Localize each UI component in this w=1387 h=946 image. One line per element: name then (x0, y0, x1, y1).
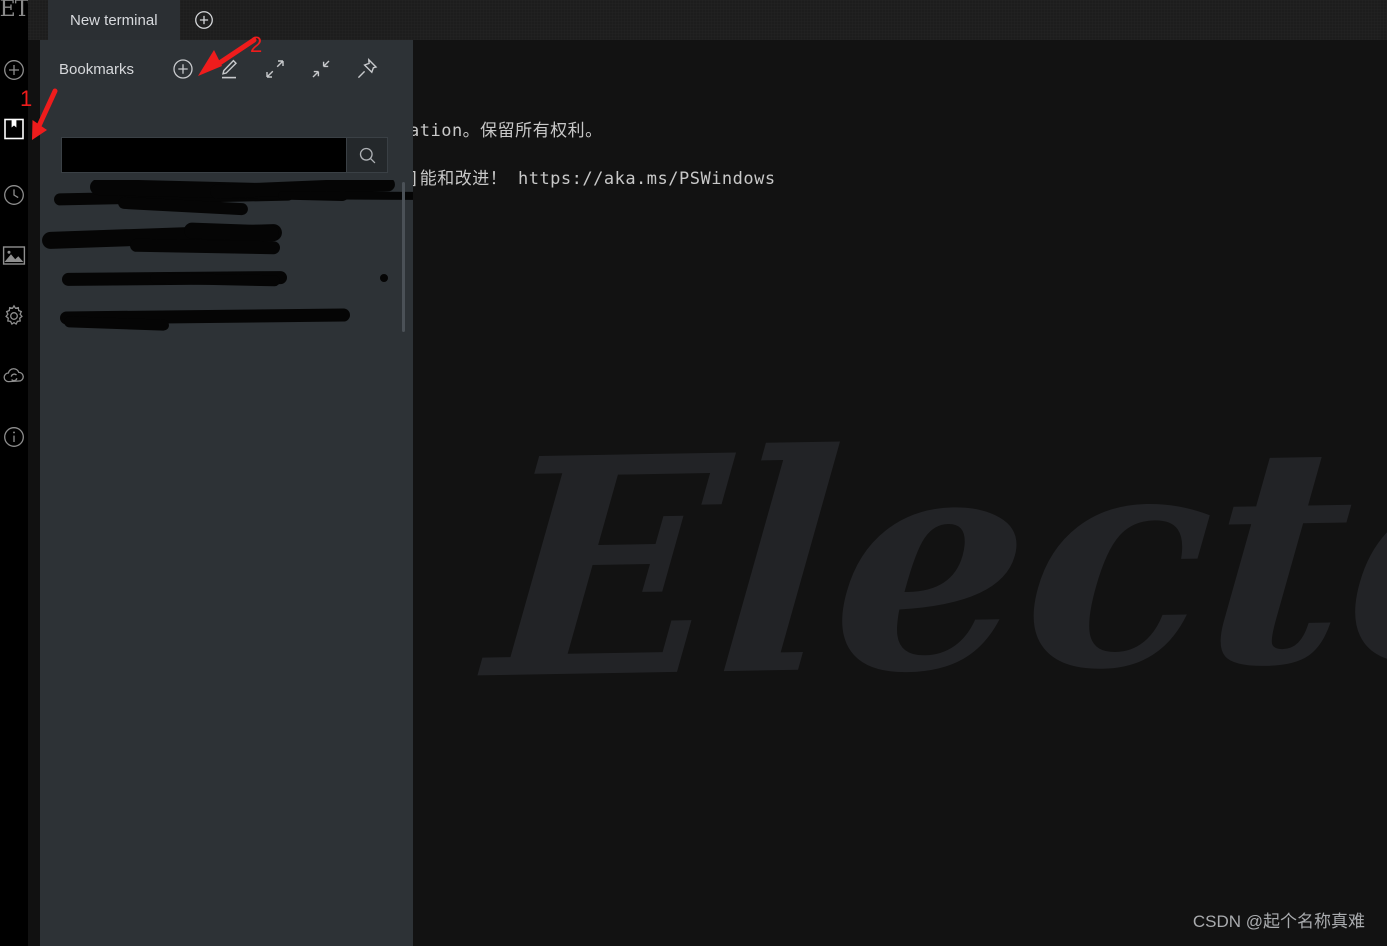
bookmark-book-icon (4, 118, 24, 140)
clock-icon (4, 185, 24, 205)
terminal-tab-label: New terminal (70, 11, 158, 29)
plus-circle-icon (173, 59, 193, 79)
terminal-line: ation。保留所有权利。 (413, 121, 603, 141)
tab-strip: New terminal (48, 0, 228, 40)
expand-arrows-icon (266, 60, 284, 78)
bookmarks-panel: Bookmarks (40, 40, 413, 946)
search-input[interactable] (61, 137, 346, 173)
sidebar-item-history[interactable] (0, 181, 28, 209)
csdn-watermark: CSDN @起个名称真难 (1192, 912, 1365, 931)
collapse-arrows-icon (312, 60, 330, 78)
app-watermark-text: Electerm (478, 366, 1387, 747)
terminal-pane[interactable]: Electerm ation。保留所有权利。 ]能和改进！ https://ak… (413, 40, 1387, 946)
annotation-number-1: 1 (20, 86, 33, 111)
sidebar-item-sync[interactable] (0, 362, 28, 390)
edit-bookmark-button[interactable] (206, 49, 252, 89)
image-icon (2, 245, 26, 265)
sidebar-item-wallpaper[interactable] (0, 241, 28, 269)
redaction-mark (183, 222, 280, 242)
redaction-mark (380, 274, 388, 282)
left-rail: ET (0, 0, 28, 946)
bookmark-list (40, 180, 413, 350)
add-tab-button[interactable] (180, 0, 228, 40)
sidebar-item-info[interactable] (0, 423, 28, 451)
sidebar-item-bookmarks[interactable] (0, 115, 28, 143)
annotation-number-2: 2 (250, 32, 263, 57)
bookmark-list-scrollbar[interactable] (402, 182, 405, 332)
pin-icon (357, 57, 378, 79)
app-logo: ET (0, 0, 28, 22)
gear-icon (5, 304, 23, 325)
collapse-all-button[interactable] (298, 49, 344, 89)
sidebar-item-new-connection[interactable] (0, 56, 28, 84)
bookmark-search-row (61, 137, 426, 173)
pin-panel-button[interactable] (344, 49, 390, 89)
redaction-mark (129, 238, 281, 255)
pencil-edit-icon (222, 59, 238, 79)
app-logo-text: ET (0, 0, 28, 22)
sidebar-item-settings[interactable] (0, 302, 28, 330)
bookmarks-panel-header: Bookmarks (40, 40, 413, 98)
electerm-window: New terminal ET Bookmarks Electerm ation… (0, 0, 1387, 946)
search-button[interactable] (346, 137, 388, 173)
app-watermark: Electerm (478, 367, 1387, 746)
panel-toolbar (160, 49, 390, 89)
plus-circle-icon (4, 60, 24, 80)
plus-circle-icon (194, 11, 213, 29)
terminal-line: ]能和改进！ https://aka.ms/PSWindows (413, 169, 776, 189)
terminal-tab[interactable]: New terminal (48, 0, 180, 40)
cloud-sync-icon (3, 368, 24, 383)
panel-title: Bookmarks (59, 60, 135, 78)
search-icon (359, 147, 375, 163)
add-bookmark-button[interactable] (160, 49, 206, 89)
top-bar: New terminal (0, 0, 1387, 40)
info-circle-icon (4, 427, 24, 447)
